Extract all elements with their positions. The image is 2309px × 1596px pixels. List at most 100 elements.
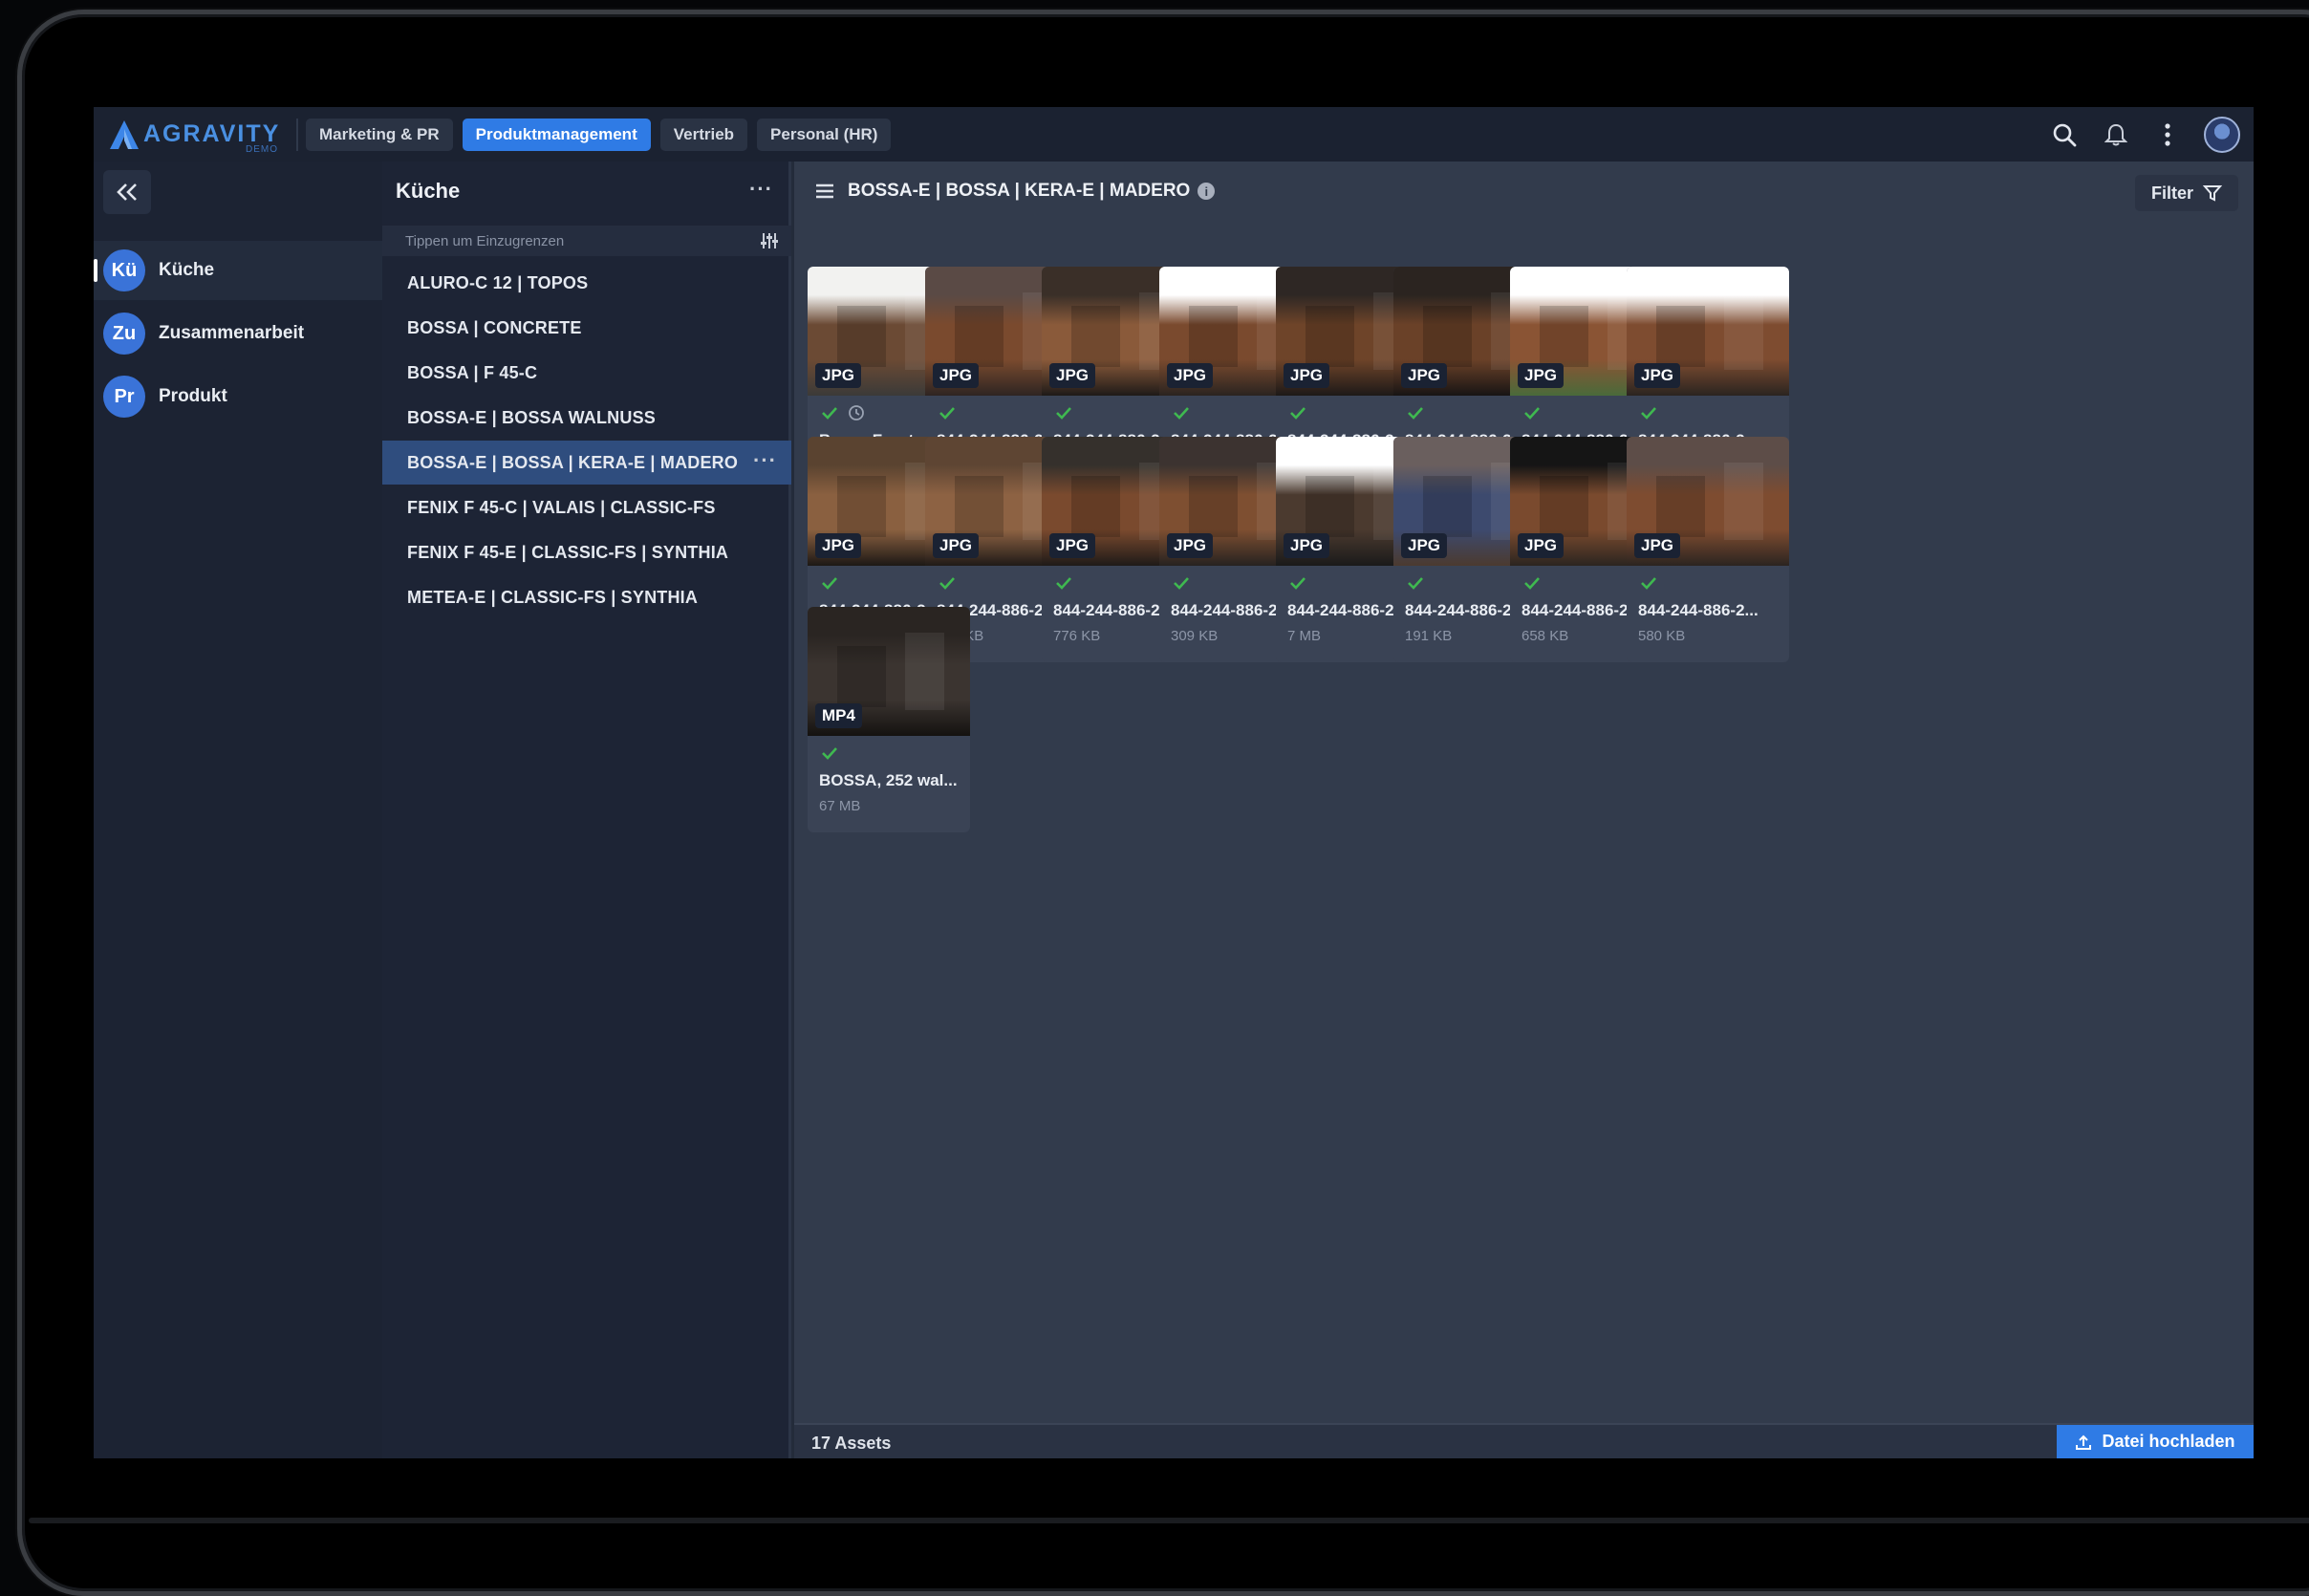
top-navigation-bar: AGRAVITY DEMO Marketing & PR Produktmana…: [94, 107, 2254, 162]
filter-button[interactable]: Filter: [2135, 175, 2238, 211]
sidebar-item-zusammenarbeit[interactable]: Zu Zusammenarbeit: [94, 304, 382, 363]
workspace-badge: Zu: [103, 313, 145, 355]
app-screen: AGRAVITY DEMO Marketing & PR Produktmana…: [94, 107, 2254, 1458]
hamburger-menu-icon[interactable]: [815, 183, 834, 200]
tab-produktmanagement[interactable]: Produktmanagement: [462, 118, 651, 151]
check-icon: [822, 577, 837, 590]
check-icon: [1056, 577, 1071, 590]
check-icon: [939, 407, 955, 420]
asset-name: 844-244-886-2...: [1638, 601, 1759, 619]
asset-card[interactable]: JPG 844-244-886-2... 580 KB: [1627, 437, 1789, 662]
asset-thumbnail[interactable]: JPG: [1627, 437, 1789, 566]
kebab-menu-icon[interactable]: [2152, 119, 2183, 151]
asset-size: 658 KB: [1521, 628, 1569, 644]
sidebar-item-label: Küche: [159, 260, 215, 280]
file-type-badge: JPG: [1634, 533, 1681, 558]
topbar-actions: [2049, 117, 2240, 153]
asset-thumbnail[interactable]: JPG: [1627, 267, 1789, 396]
collection-item-active[interactable]: BOSSA-E | BOSSA | KERA-E | MADERO ···: [382, 441, 791, 485]
asset-name: BOSSA, 252 wal...: [819, 771, 958, 789]
upload-file-button[interactable]: Datei hochladen: [2057, 1425, 2254, 1458]
upload-file-label: Datei hochladen: [2102, 1432, 2235, 1451]
tab-personal-hr[interactable]: Personal (HR): [757, 118, 892, 151]
asset-size: 191 KB: [1405, 628, 1453, 644]
file-type-badge: JPG: [1167, 363, 1214, 388]
sliders-icon[interactable]: [759, 231, 780, 250]
app-logo[interactable]: AGRAVITY DEMO: [107, 116, 291, 155]
collection-item[interactable]: BOSSA | F 45-C: [382, 351, 791, 395]
collection-item[interactable]: BOSSA-E | BOSSA WALNUSS: [382, 396, 791, 440]
collection-item[interactable]: BOSSA | CONCRETE: [382, 306, 791, 350]
check-icon: [1408, 407, 1423, 420]
check-icon: [1524, 407, 1540, 420]
check-icon: [1524, 577, 1540, 590]
check-icon: [822, 747, 837, 760]
file-type-badge: JPG: [1167, 533, 1214, 558]
file-type-badge: JPG: [1401, 533, 1448, 558]
file-type-badge: JPG: [1049, 533, 1096, 558]
file-type-badge: JPG: [1284, 533, 1330, 558]
upload-icon: [2076, 1434, 2092, 1450]
filter-button-label: Filter: [2150, 183, 2193, 203]
collection-item-label: BOSSA-E | BOSSA | KERA-E | MADERO: [407, 452, 739, 472]
active-indicator: [94, 259, 97, 282]
workspace-badge: Kü: [103, 249, 145, 291]
asset-thumbnail[interactable]: MP4: [808, 607, 970, 736]
check-icon: [1174, 407, 1189, 420]
collection-item[interactable]: FENIX F 45-E | CLASSIC-FS | SYNTHIA: [382, 530, 791, 574]
file-type-badge: JPG: [1401, 363, 1448, 388]
laptop-base-edge: [29, 1518, 2309, 1523]
collection-filter[interactable]: Tippen um Einzugrenzen: [382, 226, 791, 256]
check-icon: [822, 407, 837, 420]
search-icon[interactable]: [2049, 119, 2080, 151]
sidebar-item-produkt[interactable]: Pr Produkt: [94, 367, 382, 426]
collection-item[interactable]: ALURO-C 12 | TOPOS: [382, 261, 791, 305]
breadcrumb: BOSSA-E | BOSSA | KERA-E | MADERO: [848, 181, 1191, 201]
check-icon: [1290, 407, 1306, 420]
asset-browser-header: BOSSA-E | BOSSA | KERA-E | MADERO i Filt…: [794, 162, 2254, 221]
file-type-badge: JPG: [933, 533, 980, 558]
divider: [296, 118, 298, 151]
check-icon: [1641, 407, 1656, 420]
file-type-badge: JPG: [815, 363, 862, 388]
collapse-sidebar-button[interactable]: [103, 170, 151, 214]
bell-icon[interactable]: [2101, 119, 2131, 151]
asset-size: 309 KB: [1171, 628, 1219, 644]
file-type-badge: JPG: [1049, 363, 1096, 388]
tab-marketing-pr[interactable]: Marketing & PR: [306, 118, 453, 151]
check-icon: [1174, 577, 1189, 590]
sidebar-item-kuche[interactable]: Kü Küche: [94, 241, 382, 300]
collection-filter-input[interactable]: Tippen um Einzugrenzen: [405, 233, 759, 249]
file-type-badge: JPG: [933, 363, 980, 388]
workspace-sidebar: Kü Küche Zu Zusammenarbeit Pr Produkt: [94, 162, 382, 1458]
collection-panel: Küche ··· Tippen um Einzugrenzen ALURO-C…: [382, 162, 791, 1458]
collection-item[interactable]: METEA-E | CLASSIC-FS | SYNTHIA: [382, 575, 791, 619]
logo-mark-icon: [110, 119, 139, 149]
check-icon: [1056, 407, 1071, 420]
file-type-badge: JPG: [1518, 363, 1565, 388]
check-icon: [1408, 577, 1423, 590]
funnel-icon: [2203, 185, 2222, 202]
asset-size: 7 MB: [1287, 628, 1322, 644]
tab-vertrieb[interactable]: Vertrieb: [659, 118, 748, 151]
asset-size: 580 KB: [1638, 628, 1686, 644]
user-avatar[interactable]: [2204, 117, 2240, 153]
more-options-icon[interactable]: ···: [749, 177, 773, 202]
check-icon: [1641, 577, 1656, 590]
asset-card[interactable]: MP4 BOSSA, 252 wal... 67 MB: [808, 607, 970, 832]
check-icon: [1290, 577, 1306, 590]
logo-subtext: DEMO: [246, 143, 278, 155]
file-type-badge: JPG: [1284, 363, 1330, 388]
file-type-badge: JPG: [1518, 533, 1565, 558]
file-type-badge: MP4: [815, 703, 862, 728]
file-type-badge: JPG: [815, 533, 862, 558]
asset-browser-footer: 17 Assets Datei hochladen: [794, 1423, 2254, 1458]
workspace-badge: Pr: [103, 376, 145, 418]
info-icon[interactable]: i: [1198, 183, 1216, 200]
sidebar-item-label: Produkt: [159, 386, 227, 406]
asset-size: 67 MB: [819, 798, 861, 814]
collection-item[interactable]: FENIX F 45-C | VALAIS | CLASSIC-FS: [382, 485, 791, 529]
more-options-icon[interactable]: ···: [753, 448, 777, 473]
double-chevron-left-icon: [117, 183, 137, 201]
asset-browser: BOSSA-E | BOSSA | KERA-E | MADERO i Filt…: [794, 162, 2254, 1458]
